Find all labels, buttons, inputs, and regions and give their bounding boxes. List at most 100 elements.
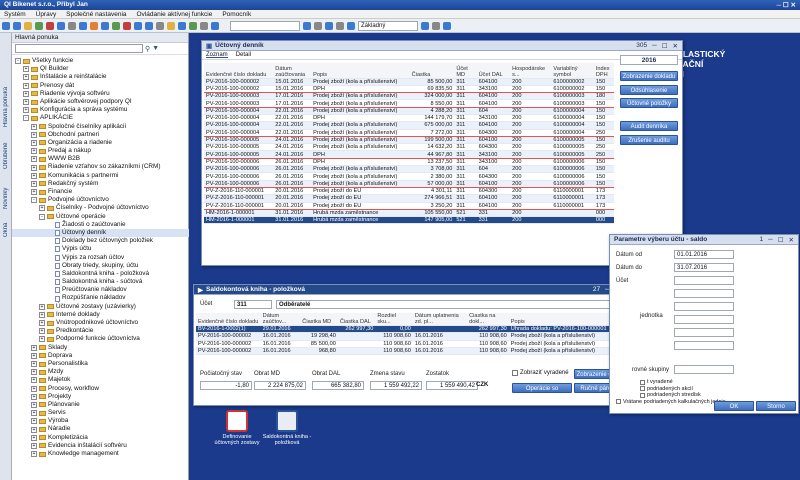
journal-column-header[interactable]: Popis xyxy=(311,63,410,79)
date-to-field[interactable]: 31.07.2016 xyxy=(674,263,734,272)
checkbox-icon[interactable] xyxy=(616,399,621,404)
group-operations-button[interactable]: Operácie so skupinou xyxy=(512,383,572,402)
tree-item[interactable]: + Vnútropodnikové účtovníctvo xyxy=(12,319,189,327)
window-controls[interactable]: ─ ☐ ✕ xyxy=(777,1,797,9)
vtab-favorites[interactable]: Obľúbené xyxy=(1,129,11,169)
desktop-icon-saldo-book[interactable]: Saldokontná kniha - položková xyxy=(260,410,314,460)
year-field[interactable]: 2016 xyxy=(620,55,678,65)
expand-icon[interactable]: + xyxy=(39,205,45,212)
audit-journal-button[interactable]: Audit denníka xyxy=(620,121,678,131)
journal-column-header[interactable]: Index DPH xyxy=(593,63,614,79)
delete-icon[interactable] xyxy=(46,21,54,30)
show-paid-checkbox[interactable]: Zobraziť vyradené xyxy=(512,370,569,376)
expand-icon[interactable]: + xyxy=(31,352,37,359)
export-icon[interactable] xyxy=(90,21,98,30)
ok-button[interactable]: OK xyxy=(714,401,754,411)
tree-item[interactable]: Preúčtovanie nákladov xyxy=(12,286,189,294)
saldo-column-header[interactable]: Čiastka DAL xyxy=(337,313,376,326)
param-field-4[interactable] xyxy=(674,289,734,298)
show-document-button[interactable]: Zobrazenie dokladu xyxy=(620,71,678,81)
tree-item[interactable]: + Konfigurácia a správa systému xyxy=(12,106,189,114)
table-row[interactable]: PV-Z-2016-110-000001 20.01.2016 Prodej zbo… xyxy=(204,194,614,203)
tree-item[interactable]: + QI Builder xyxy=(12,65,189,73)
tree-item[interactable]: + Interné doklady xyxy=(12,311,189,319)
saldo-column-header[interactable]: Rozdiel sku... xyxy=(375,313,413,326)
tree-item[interactable]: Žiadosti o zaúčtovanie xyxy=(12,221,189,229)
saldo-account-field[interactable]: 311 xyxy=(234,300,272,309)
expand-icon[interactable]: + xyxy=(31,385,37,392)
tree-item[interactable]: + Číselníky - Podvojné účtovníctvo xyxy=(12,204,189,212)
down-icon[interactable] xyxy=(145,21,153,30)
vtab-main-menu[interactable]: Hlavná ponuka xyxy=(1,37,11,127)
param-field-7[interactable] xyxy=(674,328,734,337)
back-icon[interactable] xyxy=(2,21,10,30)
table-row[interactable]: PV-2016-100-000006 26.01.2016 DPH 13 237,50… xyxy=(204,158,614,167)
collapse-icon[interactable]: - xyxy=(23,115,29,122)
vtab-windows[interactable]: Okná xyxy=(1,213,11,237)
tree-item[interactable]: + Predkontácie xyxy=(12,327,189,335)
expand-icon[interactable]: + xyxy=(31,361,37,368)
tree-item[interactable]: Účtovný denník xyxy=(12,228,189,238)
close-icon[interactable]: ✕ xyxy=(673,42,678,50)
expand-icon[interactable]: + xyxy=(23,90,29,97)
table-row[interactable]: BV-2016-1-0002(1) 29.01.2016 262 997,30 0,0… xyxy=(196,325,634,334)
account-field[interactable] xyxy=(674,276,734,285)
expand-icon[interactable]: + xyxy=(31,426,37,433)
journal-column-header[interactable]: Dátum zaúčtovania xyxy=(273,63,312,79)
accounting-items-button[interactable]: Účtovné položky xyxy=(620,98,678,108)
checkbox-icon[interactable] xyxy=(640,379,645,385)
sort-icon[interactable] xyxy=(314,21,322,30)
tree-item[interactable]: + Organizácia a riadenie xyxy=(12,139,189,147)
funnel-icon[interactable] xyxy=(303,21,311,30)
tree-item[interactable]: Saldokontná kniha - položková xyxy=(12,270,189,278)
check-icon[interactable] xyxy=(189,21,197,30)
vtab-news[interactable]: Novinky xyxy=(1,173,11,209)
chart-icon[interactable] xyxy=(443,21,451,30)
table-row[interactable]: PV-2016-100-000006 26.01.2016 Prodej zboží… xyxy=(204,180,614,188)
journal-column-header[interactable]: Účet DAL xyxy=(476,63,511,79)
tree-item[interactable]: + Účtovné zostavy (uzávierky) xyxy=(12,303,189,311)
tree-item[interactable]: + Personalistika xyxy=(12,360,189,368)
tree-item[interactable]: Výpis za rozsah účtov xyxy=(12,254,189,262)
tree-item[interactable]: + Výroba xyxy=(12,417,189,425)
tree-item[interactable]: + Obchodní partneri xyxy=(12,131,189,139)
search-icon[interactable]: ⚲ xyxy=(145,45,150,53)
expand-icon[interactable]: + xyxy=(31,139,37,146)
refresh-icon[interactable] xyxy=(57,21,65,30)
tab-list[interactable]: Zoznam xyxy=(206,52,228,58)
grid-icon[interactable] xyxy=(347,21,355,30)
maximize-icon[interactable]: ☐ xyxy=(662,42,668,50)
group-field[interactable] xyxy=(674,365,734,374)
checkbox-icon[interactable] xyxy=(640,392,645,398)
tree-item[interactable]: + Aplikácie softvérovej podpory QI xyxy=(12,98,189,106)
menu-active-function[interactable]: Ovládanie aktívnej funkcie xyxy=(132,10,216,19)
tree-item[interactable]: + Mzdy xyxy=(12,368,189,376)
home-icon[interactable] xyxy=(211,21,219,30)
minimize-icon[interactable]: ─ xyxy=(652,42,657,50)
table-row[interactable]: HM-2016-1-000001 31.01.2016 Hrubá mzda zam… xyxy=(204,209,614,218)
stop-icon[interactable] xyxy=(123,21,131,30)
collapse-icon[interactable]: - xyxy=(15,58,21,65)
close-icon[interactable]: ✕ xyxy=(789,236,794,244)
tree-item[interactable]: + Knowledge management xyxy=(12,450,189,458)
journal-column-header[interactable]: Hospodárske s... xyxy=(510,63,552,79)
expand-icon[interactable]: + xyxy=(31,434,37,441)
tree-item[interactable]: + Prenosy dát xyxy=(12,82,189,90)
menu-system[interactable]: Systém xyxy=(0,10,30,19)
tree-item[interactable]: + Spoločné číselníky aplikácií xyxy=(12,123,189,131)
save-icon[interactable] xyxy=(35,21,43,30)
tree-item[interactable]: + Náradie xyxy=(12,425,189,433)
tree-item[interactable]: Obraty triedy, skupiny, účtu xyxy=(12,262,189,270)
saldo-column-header[interactable]: Dátum zaúčtov... xyxy=(260,313,301,326)
menu-help[interactable]: Pomocník xyxy=(218,10,255,19)
expand-icon[interactable]: + xyxy=(31,401,37,408)
tree-item[interactable]: + Servis xyxy=(12,409,189,417)
tree-item[interactable]: + Komunikácia s partnermi xyxy=(12,172,189,180)
table-row[interactable]: PV-2016-100-000006 26.01.2016 Prodej zboží… xyxy=(204,165,614,174)
expand-icon[interactable]: + xyxy=(39,328,45,335)
param-checkbox[interactable]: t vyradené xyxy=(640,379,673,385)
tree-item[interactable]: + Majetok xyxy=(12,376,189,384)
table-row[interactable]: PV-2016-100-000002 16.01.2016 968,80 110 90… xyxy=(196,347,634,356)
expand-icon[interactable]: + xyxy=(23,82,29,89)
expand-icon[interactable]: + xyxy=(31,123,37,130)
